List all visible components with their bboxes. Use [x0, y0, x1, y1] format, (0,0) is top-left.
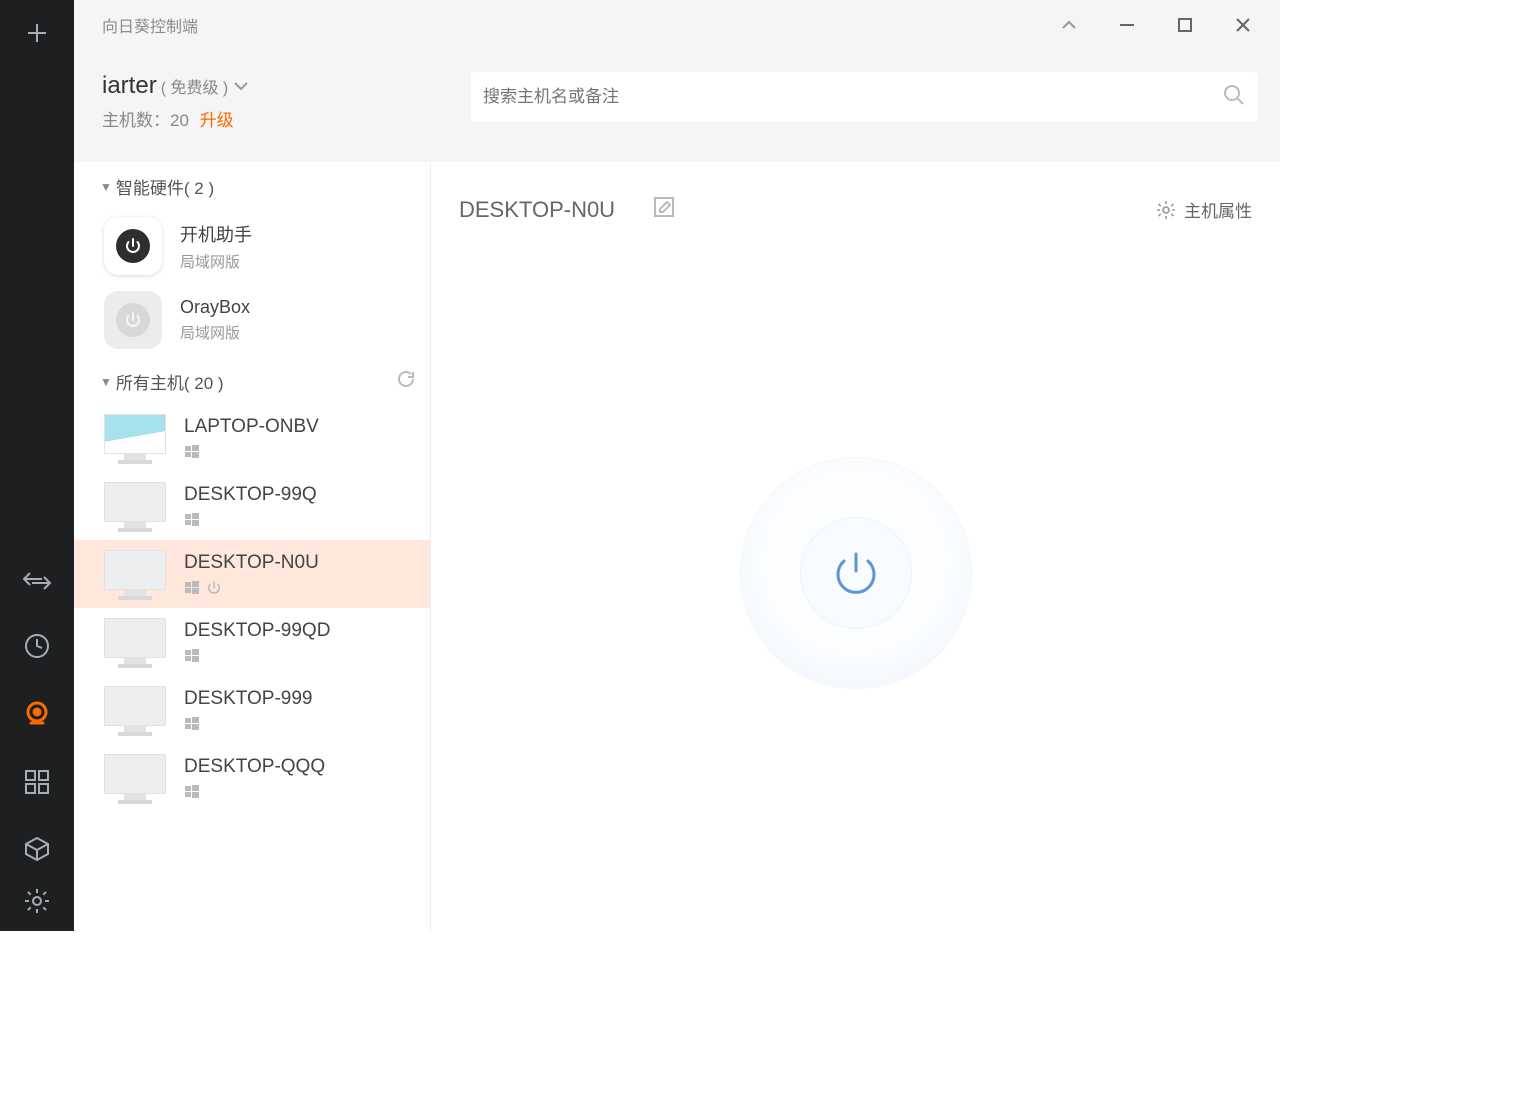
- gear-icon: [1156, 200, 1176, 220]
- host-thumb: [104, 616, 166, 668]
- host-item[interactable]: DESKTOP-99QD: [74, 608, 430, 676]
- host-item[interactable]: DESKTOP-N0U: [74, 540, 430, 608]
- account-level: ( 免费级 ): [161, 74, 229, 98]
- collapse-button[interactable]: [1040, 3, 1098, 47]
- close-icon: [1234, 16, 1252, 34]
- settings-icon[interactable]: [23, 887, 51, 915]
- host-name: DESKTOP-QQQ: [184, 756, 325, 778]
- host-thumb: [104, 480, 166, 532]
- account-info: iarter ( 免费级 ) 主机数：20 升级: [74, 50, 431, 162]
- host-count: 20: [170, 111, 189, 130]
- account-dropdown[interactable]: [232, 79, 250, 98]
- account-name: iarter: [102, 72, 157, 100]
- power-icon: [828, 545, 884, 601]
- chevron-down-icon: [232, 79, 250, 93]
- host-os: [184, 512, 317, 528]
- section-all-hosts[interactable]: ▼ 所有主机( 20 ): [74, 357, 430, 404]
- search-input[interactable]: [483, 87, 1222, 107]
- hardware-title: 开机助手: [180, 221, 252, 247]
- caret-down-icon: ▼: [100, 180, 112, 194]
- plus-icon: [25, 21, 49, 45]
- host-thumb: [104, 412, 166, 464]
- host-thumb: [104, 752, 166, 804]
- host-name: DESKTOP-999: [184, 688, 312, 710]
- windows-icon: [184, 716, 200, 732]
- host-count-label: 主机数：: [102, 111, 170, 130]
- host-name: DESKTOP-99Q: [184, 484, 317, 506]
- section-smart-hardware[interactable]: ▼ 智能硬件( 2 ): [74, 162, 430, 209]
- windows-icon: [184, 580, 200, 596]
- host-thumb: [104, 684, 166, 736]
- minimize-icon: [1118, 16, 1136, 34]
- hardware-icon: [104, 217, 162, 275]
- titlebar: 向日葵控制端: [74, 0, 1280, 50]
- maximize-icon: [1177, 17, 1193, 33]
- search-icon: [1222, 83, 1246, 107]
- host-list-panel: ▼ 智能硬件( 2 ) 开机助手 局域网版 OrayBox 局域网版 ▼ 所有主…: [74, 162, 431, 931]
- clock-icon[interactable]: [24, 633, 50, 659]
- windows-icon: [184, 784, 200, 800]
- power-icon: [206, 580, 222, 596]
- host-os: [184, 648, 330, 664]
- host-name: DESKTOP-N0U: [184, 552, 319, 574]
- host-os: [184, 580, 319, 596]
- hardware-icon: [104, 291, 162, 349]
- nav-rail: [0, 0, 74, 931]
- add-button[interactable]: [0, 0, 74, 65]
- section-label: 智能硬件( 2 ): [116, 174, 214, 199]
- host-name: DESKTOP-99QD: [184, 620, 330, 642]
- selected-host-name: DESKTOP-N0U: [459, 197, 615, 223]
- windows-icon: [184, 512, 200, 528]
- host-item[interactable]: DESKTOP-999: [74, 676, 430, 744]
- host-os: [184, 444, 319, 460]
- windows-icon: [184, 444, 200, 460]
- window-title: 向日葵控制端: [102, 13, 198, 37]
- host-name: LAPTOP-ONBV: [184, 416, 319, 438]
- window-controls: [1040, 3, 1272, 47]
- power-button[interactable]: [740, 457, 972, 689]
- chevron-up-icon: [1059, 15, 1079, 35]
- host-properties-label: 主机属性: [1184, 197, 1252, 222]
- hardware-subtitle: 局域网版: [180, 251, 252, 272]
- host-properties[interactable]: 主机属性: [1156, 197, 1252, 222]
- refresh-icon: [396, 369, 416, 389]
- host-thumb: [104, 548, 166, 600]
- host-item[interactable]: LAPTOP-ONBV: [74, 404, 430, 472]
- maximize-button[interactable]: [1156, 3, 1214, 47]
- sunflower-icon[interactable]: [22, 699, 52, 729]
- upgrade-link[interactable]: 升级: [200, 111, 234, 130]
- details-panel: DESKTOP-N0U 主机属性: [431, 162, 1280, 931]
- caret-down-icon: ▼: [100, 375, 112, 389]
- edit-icon: [653, 196, 675, 218]
- section-label: 所有主机( 20 ): [116, 369, 224, 394]
- edit-hostname[interactable]: [653, 196, 675, 223]
- minimize-button[interactable]: [1098, 3, 1156, 47]
- grid-icon[interactable]: [24, 769, 50, 795]
- cube-icon[interactable]: [23, 835, 51, 863]
- hardware-title: OrayBox: [180, 297, 250, 318]
- search-button[interactable]: [1222, 83, 1246, 112]
- host-os: [184, 716, 312, 732]
- hardware-item[interactable]: OrayBox 局域网版: [74, 283, 430, 357]
- power-icon: [124, 311, 142, 329]
- close-button[interactable]: [1214, 3, 1272, 47]
- subheader: iarter ( 免费级 ) 主机数：20 升级: [74, 50, 1280, 162]
- windows-icon: [184, 648, 200, 664]
- main-area: 向日葵控制端 iarter ( 免费级 ): [74, 0, 1280, 931]
- host-os: [184, 784, 325, 800]
- hardware-subtitle: 局域网版: [180, 322, 250, 343]
- host-item[interactable]: DESKTOP-99Q: [74, 472, 430, 540]
- power-icon: [124, 237, 142, 255]
- transfer-icon[interactable]: [22, 569, 52, 593]
- search-box: [471, 72, 1258, 122]
- hardware-item[interactable]: 开机助手 局域网版: [74, 209, 430, 283]
- refresh-button[interactable]: [396, 369, 416, 394]
- host-item[interactable]: DESKTOP-QQQ: [74, 744, 430, 812]
